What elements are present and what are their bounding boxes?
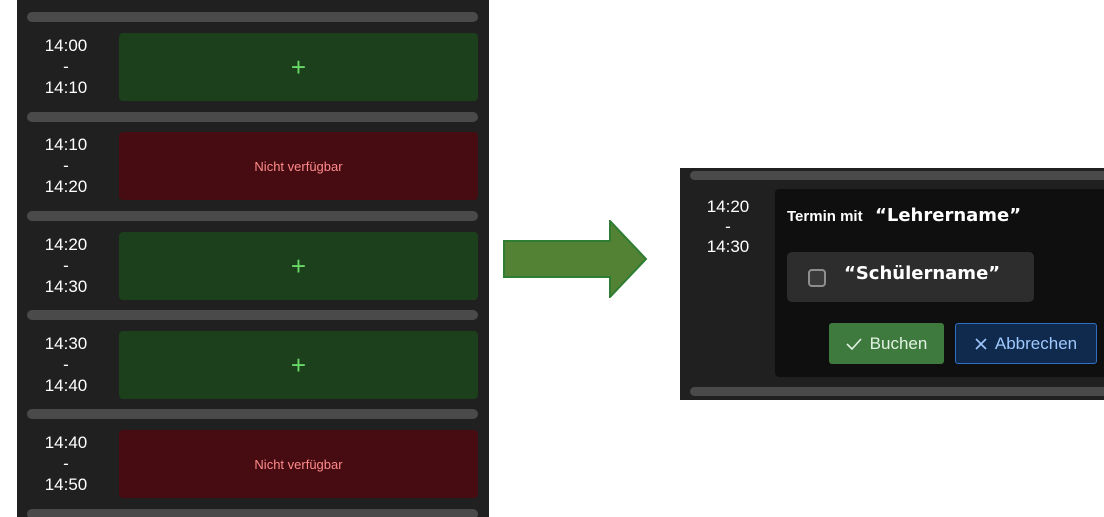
booking-title-prefix: Termin mit (787, 208, 863, 225)
cancel-button-label: Abbrechen (994, 333, 1078, 353)
unavailable-slot: Nicht verfügbar (119, 132, 478, 200)
free-slot-add-button[interactable]: + (119, 33, 478, 101)
check-icon (846, 337, 862, 350)
slot-start-time: 14:40 (44, 433, 88, 452)
close-icon (975, 337, 987, 350)
slot-time-dash: - (63, 156, 69, 175)
arrow-right-icon (503, 220, 648, 298)
slot-separator (690, 387, 1104, 396)
plus-icon: + (290, 52, 307, 82)
unavailable-label: Nicht verfügbar (254, 158, 343, 174)
free-slot-add-button[interactable]: + (119, 232, 478, 300)
booking-slot-time: 14:20 - 14:30 (694, 197, 762, 257)
time-slot-row: 14:00 - 14:10 + (17, 33, 489, 107)
slot-start-time: 14:00 (44, 36, 88, 55)
slot-time: 14:10 - 14:20 (31, 134, 101, 197)
slot-separator (27, 509, 478, 517)
booking-end-time: 14:30 (706, 237, 750, 256)
time-slot-row: 14:30 - 14:40 + (17, 331, 489, 405)
cancel-button[interactable]: Abbrechen (955, 323, 1097, 364)
slot-time: 14:20 - 14:30 (31, 234, 101, 297)
teacher-name: “Lehrername” (875, 205, 1022, 226)
slot-end-time: 14:50 (44, 475, 88, 494)
slot-separator (27, 310, 478, 320)
book-button-label: Buchen (869, 333, 928, 353)
time-slot-row: 14:40 - 14:50 Nicht verfügbar (17, 430, 489, 504)
booking-title: Termin mit “Lehrername” (787, 205, 1021, 226)
student-option[interactable]: “Schülername” (787, 252, 1034, 302)
booking-start-time: 14:20 (706, 197, 750, 216)
booking-panel: 14:20 - 14:30 Termin mit “Lehrername” “S… (680, 168, 1104, 400)
booking-time-dash: - (725, 217, 731, 236)
slot-end-time: 14:20 (44, 177, 88, 196)
slot-separator (27, 12, 478, 22)
slot-time-dash: - (63, 454, 69, 473)
slot-separator (27, 112, 478, 122)
slot-time-dash: - (63, 256, 69, 275)
slot-end-time: 14:30 (44, 277, 88, 296)
slot-time: 14:00 - 14:10 (31, 35, 101, 98)
unavailable-slot: Nicht verfügbar (119, 430, 478, 498)
slot-separator (690, 171, 1104, 180)
slot-start-time: 14:30 (44, 334, 88, 353)
free-slot-add-button[interactable]: + (119, 331, 478, 399)
booking-card: Termin mit “Lehrername” “Schülername” Bu… (775, 189, 1104, 377)
plus-icon: + (290, 350, 307, 380)
slot-time: 14:40 - 14:50 (31, 432, 101, 495)
slot-separator (27, 409, 478, 419)
slot-start-time: 14:20 (44, 235, 88, 254)
time-slot-row: 14:10 - 14:20 Nicht verfügbar (17, 132, 489, 206)
book-button[interactable]: Buchen (829, 323, 944, 364)
slot-start-time: 14:10 (44, 135, 88, 154)
slot-time: 14:30 - 14:40 (31, 333, 101, 396)
slot-separator (27, 211, 478, 221)
slot-end-time: 14:10 (44, 78, 88, 97)
slot-time-dash: - (63, 355, 69, 374)
student-checkbox[interactable] (808, 269, 826, 287)
unavailable-label: Nicht verfügbar (254, 456, 343, 472)
time-slot-row: 14:20 - 14:30 + (17, 232, 489, 306)
schedule-panel: 14:00 - 14:10 + 14:10 - 14:20 Nicht verf… (17, 0, 489, 517)
plus-icon: + (290, 251, 307, 281)
slot-time-dash: - (63, 57, 69, 76)
slot-end-time: 14:40 (44, 376, 88, 395)
student-name: “Schülername” (844, 263, 1001, 284)
